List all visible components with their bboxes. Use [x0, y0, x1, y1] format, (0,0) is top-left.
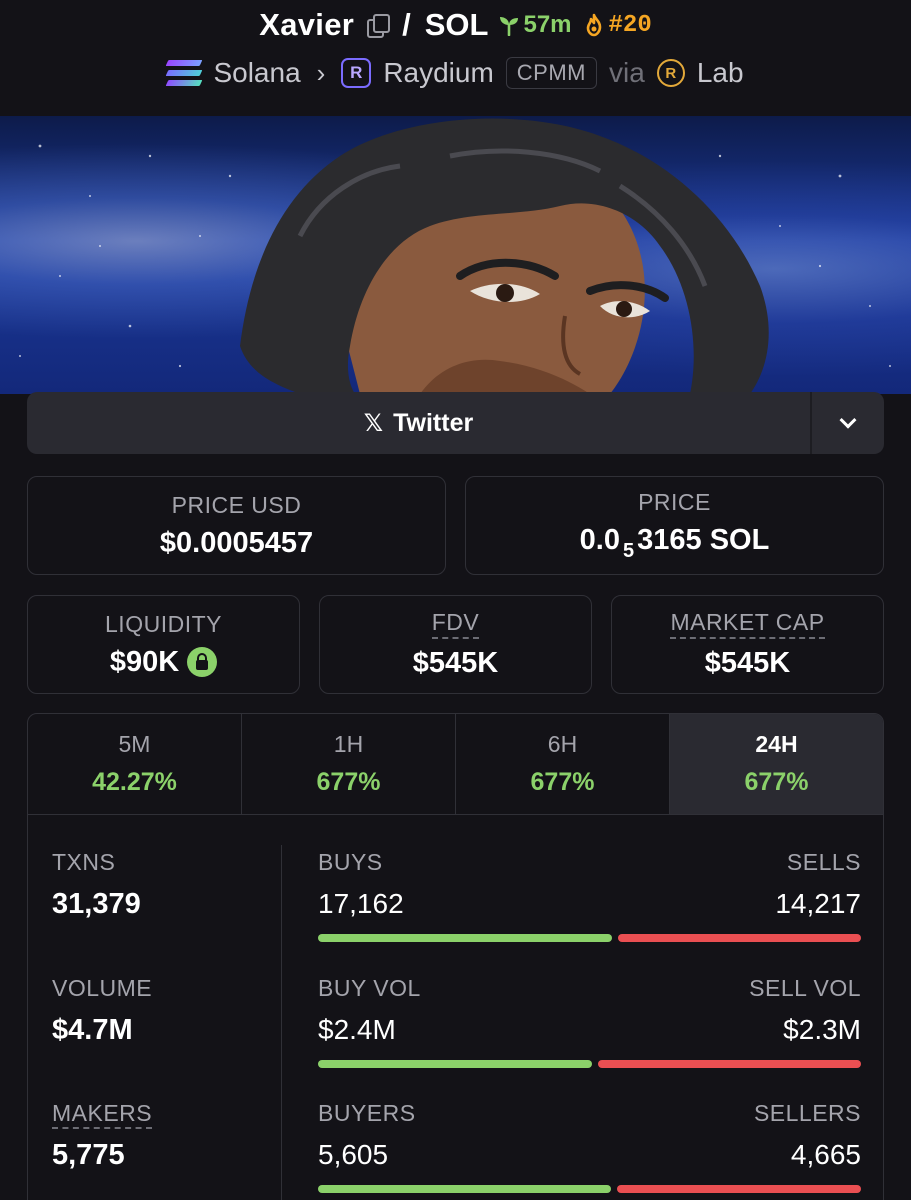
token-banner-image	[0, 116, 911, 394]
txns-label: TXNS	[52, 849, 116, 875]
tab-6h[interactable]: 6H 677%	[456, 714, 670, 814]
buys-sells-ratio-bar	[318, 934, 861, 942]
via-label: via	[609, 57, 645, 88]
pair-breadcrumb: Solana › R Raydium CPMM via R Lab	[0, 50, 911, 96]
sells-value: 14,217	[775, 888, 861, 919]
market-cap-label[interactable]: MARKET CAP	[670, 609, 825, 639]
trade-metrics: TXNS 31,379 VOLUME $4.7M MAKERS 5,775 BU…	[28, 815, 883, 1200]
buys-label: BUYS	[318, 849, 383, 875]
price-usd-value: $0.0005457	[159, 526, 314, 559]
makers-value: 5,775	[52, 1139, 125, 1171]
tab-change: 677%	[530, 768, 595, 796]
tab-label: 6H	[547, 731, 578, 757]
sell-vol-label: SELL VOL	[749, 975, 861, 1001]
buyers-label: BUYERS	[318, 1100, 416, 1126]
buyers-ratio-bar	[318, 1185, 861, 1193]
tab-label: 5M	[118, 731, 151, 757]
stats-card: 5M 42.27% 1H 677% 6H 677% 24H 677% TXNS …	[27, 713, 884, 1200]
token-header: Xavier / SOL 57m #20	[0, 0, 911, 50]
fdv-box: FDV $545K	[319, 595, 592, 694]
sellers-bar	[617, 1185, 861, 1193]
volume-ratio-bar	[318, 1060, 861, 1068]
copy-icon[interactable]	[366, 14, 391, 38]
tab-change: 677%	[316, 768, 381, 796]
more-links-button[interactable]	[810, 392, 884, 454]
solana-icon	[166, 60, 203, 86]
quote-token: SOL	[424, 7, 489, 42]
dex-name[interactable]: Raydium	[383, 57, 493, 89]
tab-change: 42.27%	[92, 768, 177, 796]
trending-rank-value: #20	[608, 11, 652, 39]
market-cap-value: $545K	[704, 647, 791, 679]
price-native-zero-count: 5	[623, 539, 635, 562]
x-logo-icon: 𝕏	[363, 409, 384, 437]
txns-metric: TXNS 31,379	[52, 849, 141, 921]
sells-label: SELLS	[786, 849, 861, 875]
raydium-icon: R	[341, 58, 372, 88]
price-native-box: PRICE 0.0 5 3165 SOL	[465, 476, 884, 575]
fdv-label[interactable]: FDV	[431, 609, 480, 639]
price-native-digits: 3165 SOL	[637, 523, 770, 556]
launchpad-name[interactable]: Lab	[697, 57, 744, 89]
buyers-value: 5,605	[318, 1139, 389, 1170]
social-links-bar: 𝕏 Twitter	[27, 392, 884, 454]
pair-age: 57m	[498, 11, 572, 39]
liquidity-label: LIQUIDITY	[105, 610, 222, 637]
tab-24h[interactable]: 24H 677%	[670, 714, 883, 814]
volume-label: VOLUME	[52, 975, 153, 1001]
pair-age-value: 57m	[523, 11, 572, 38]
buyers-bar	[318, 1185, 611, 1193]
tab-5m[interactable]: 5M 42.27%	[28, 714, 242, 814]
liquidity-value-row: $90K	[109, 645, 218, 679]
buy-sell-volume-row: BUY VOL SELL VOL $2.4M $2.3M	[318, 975, 861, 1068]
makers-metric: MAKERS 5,775	[52, 1100, 153, 1172]
liquidity-box: LIQUIDITY $90K	[27, 595, 300, 694]
volume-value: $4.7M	[52, 1014, 133, 1046]
sellers-value: 4,665	[790, 1139, 861, 1170]
fdv-value: $545K	[412, 647, 499, 679]
chevron-down-icon	[839, 411, 857, 429]
chain-name[interactable]: Solana	[213, 57, 300, 89]
tab-change: 677%	[744, 768, 809, 796]
token-page: Xavier / SOL 57m #20 Solana › R Raydium …	[0, 0, 911, 1200]
sell-vol-value: $2.3M	[783, 1014, 861, 1045]
pool-type-badge: CPMM	[505, 57, 598, 89]
sell-vol-bar	[598, 1060, 861, 1068]
price-usd-box: PRICE USD $0.0005457	[27, 476, 446, 575]
liquidity-value: $90K	[109, 645, 180, 678]
makers-label[interactable]: MAKERS	[52, 1100, 153, 1129]
trending-rank[interactable]: #20	[582, 12, 652, 39]
tab-label: 1H	[333, 731, 364, 757]
chevron-right-icon: ›	[316, 57, 326, 88]
buys-bar	[318, 934, 612, 942]
buy-vol-label: BUY VOL	[318, 975, 421, 1001]
tab-1h[interactable]: 1H 677%	[242, 714, 456, 814]
price-native-prefix: 0.0	[579, 523, 620, 556]
price-native-value: 0.0 5 3165 SOL	[580, 524, 770, 563]
volume-metric: VOLUME $4.7M	[52, 975, 152, 1047]
timeframe-tabs: 5M 42.27% 1H 677% 6H 677% 24H 677%	[28, 714, 883, 815]
buy-vol-value: $2.4M	[318, 1014, 396, 1045]
buys-sells-row: BUYS SELLS 17,162 14,217	[318, 849, 861, 942]
market-cap-box: MARKET CAP $545K	[611, 595, 884, 694]
price-native-label: PRICE	[638, 488, 711, 515]
buy-vol-bar	[318, 1060, 592, 1068]
flame-icon	[586, 13, 601, 37]
sprout-icon	[500, 17, 519, 36]
txns-value: 31,379	[52, 888, 141, 920]
buyers-sellers-row: BUYERS SELLERS 5,605 4,665	[318, 1100, 861, 1193]
buys-value: 17,162	[318, 888, 404, 919]
liquidity-lock-icon[interactable]	[187, 647, 218, 677]
tab-label: 24H	[755, 731, 798, 757]
twitter-label: Twitter	[393, 408, 474, 437]
price-usd-label: PRICE USD	[171, 491, 302, 518]
sellers-label: SELLERS	[753, 1100, 861, 1126]
sells-bar	[618, 934, 861, 942]
twitter-button[interactable]: 𝕏 Twitter	[27, 392, 810, 454]
token-name: Xavier	[259, 7, 355, 42]
lab-icon: R	[656, 59, 685, 87]
pair-separator: /	[402, 7, 411, 42]
